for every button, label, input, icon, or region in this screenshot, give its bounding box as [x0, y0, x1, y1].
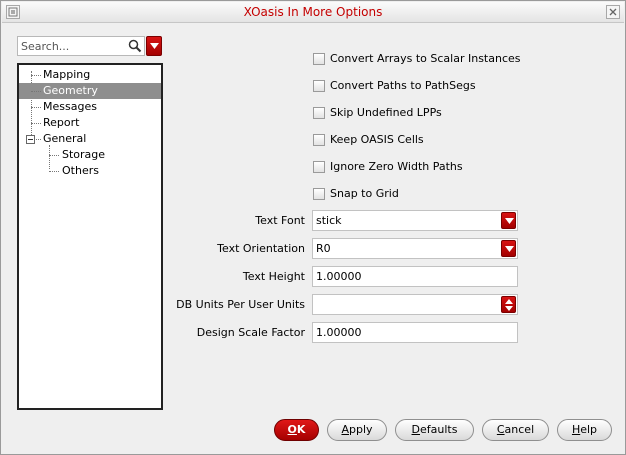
tree-item-label: Report	[43, 116, 80, 129]
tree-item-report[interactable]: Report	[19, 115, 161, 131]
dialog-window: XOasis In More Options Mapping Geometry …	[0, 0, 626, 455]
tree-item-geometry[interactable]: Geometry	[19, 83, 161, 99]
search-options-dropdown[interactable]	[146, 36, 162, 56]
checkbox[interactable]	[313, 53, 325, 65]
ok-label-rest: K	[296, 423, 306, 436]
design-scale-field[interactable]	[312, 322, 518, 343]
collapse-icon[interactable]	[26, 135, 35, 144]
search-field[interactable]	[17, 36, 145, 56]
ok-button[interactable]: OK	[274, 419, 319, 441]
text-orientation-dropdown[interactable]	[501, 240, 516, 257]
apply-mnemonic: A	[341, 423, 349, 436]
text-height-field[interactable]	[312, 266, 518, 287]
text-orientation-label: Text Orientation	[217, 242, 305, 255]
title-bar[interactable]: XOasis In More Options	[2, 2, 624, 23]
help-label-rest: elp	[580, 423, 598, 436]
spin-down-icon[interactable]	[505, 306, 513, 311]
tree-item-label: Mapping	[43, 68, 91, 81]
db-units-label: DB Units Per User Units	[176, 298, 305, 311]
search-icon[interactable]	[128, 39, 142, 53]
option-label: Convert Paths to PathSegs	[330, 79, 476, 92]
option-label: Keep OASIS Cells	[330, 133, 424, 146]
checkbox[interactable]	[313, 80, 325, 92]
text-font-label: Text Font	[255, 214, 305, 227]
text-orientation-value: R0	[316, 242, 331, 255]
tree-item-others[interactable]: Others	[19, 163, 161, 179]
option-label: Convert Arrays to Scalar Instances	[330, 52, 521, 65]
help-mnemonic: H	[571, 423, 581, 436]
checkbox[interactable]	[313, 161, 325, 173]
chevron-down-icon	[505, 246, 514, 252]
apply-label-rest: pply	[349, 423, 373, 436]
tree-item-label: Geometry	[43, 84, 98, 97]
chevron-down-icon	[150, 43, 159, 49]
text-orientation-select[interactable]: R0	[312, 238, 518, 259]
tree-item-messages[interactable]: Messages	[19, 99, 161, 115]
defaults-label-rest: efaults	[420, 423, 458, 436]
spin-up-icon[interactable]	[505, 299, 513, 304]
tree-item-label: Storage	[62, 148, 106, 161]
defaults-mnemonic: D	[411, 423, 421, 436]
option-label: Ignore Zero Width Paths	[330, 160, 463, 173]
window-title: XOasis In More Options	[243, 5, 383, 19]
category-tree[interactable]: Mapping Geometry Messages Report General…	[17, 63, 163, 410]
checkbox[interactable]	[313, 188, 325, 200]
text-height-input[interactable]	[313, 267, 517, 286]
tree-item-storage[interactable]: Storage	[19, 147, 161, 163]
text-height-label: Text Height	[242, 270, 305, 283]
db-units-spinbox[interactable]	[312, 294, 518, 315]
ok-mnemonic: O	[287, 423, 297, 436]
text-font-select[interactable]: stick	[312, 210, 518, 231]
option-label: Snap to Grid	[330, 187, 399, 200]
checkbox[interactable]	[313, 134, 325, 146]
checkbox[interactable]	[313, 107, 325, 119]
db-units-spinner[interactable]	[501, 296, 516, 313]
cancel-button[interactable]: Cancel	[482, 419, 549, 441]
chevron-down-icon	[505, 218, 514, 224]
cancel-label-rest: ancel	[504, 423, 535, 436]
design-scale-label: Design Scale Factor	[196, 326, 305, 339]
help-button[interactable]: Help	[557, 419, 612, 441]
cancel-mnemonic: C	[496, 423, 505, 436]
tree-item-label: Messages	[43, 100, 97, 113]
close-icon[interactable]	[606, 5, 620, 19]
text-font-value: stick	[316, 214, 342, 227]
tree-item-label: General	[43, 132, 87, 145]
defaults-button[interactable]: Defaults	[395, 419, 474, 441]
search-input[interactable]	[18, 37, 124, 55]
text-font-dropdown[interactable]	[501, 212, 516, 229]
tree-item-label: Others	[62, 164, 99, 177]
tree-item-mapping[interactable]: Mapping	[19, 67, 161, 83]
option-label: Skip Undefined LPPs	[330, 106, 442, 119]
design-scale-input[interactable]	[313, 323, 517, 342]
db-units-input[interactable]	[313, 295, 517, 314]
apply-button[interactable]: Apply	[327, 419, 387, 441]
tree-item-general[interactable]: General	[19, 131, 161, 147]
